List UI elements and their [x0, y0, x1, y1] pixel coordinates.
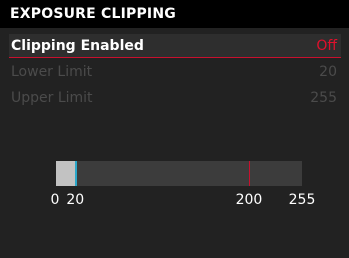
tick-label-lower: 20: [66, 192, 85, 208]
page-title: EXPOSURE CLIPPING: [10, 6, 176, 22]
upper-limit-value: 255: [310, 89, 337, 106]
clipping-enabled-value: Off: [316, 37, 337, 54]
menu-item-lower-limit[interactable]: Lower Limit 20: [9, 60, 341, 83]
lower-limit-value: 20: [319, 63, 337, 80]
menu-item-label: Clipping Enabled: [11, 37, 144, 54]
tick-label-upper: 200: [235, 192, 263, 208]
lower-clip-fill: [56, 161, 76, 186]
title-bar: EXPOSURE CLIPPING: [0, 0, 349, 28]
menu-item-label: Upper Limit: [11, 89, 93, 106]
tick-label-min: 0: [50, 192, 60, 208]
upper-limit-marker[interactable]: [248, 161, 250, 186]
tick-label-max: 255: [288, 192, 316, 208]
menu-item-upper-limit[interactable]: Upper Limit 255: [9, 86, 341, 109]
exposure-clipping-screen: EXPOSURE CLIPPING Clipping Enabled Off L…: [0, 0, 349, 258]
menu-item-clipping-enabled[interactable]: Clipping Enabled Off: [9, 34, 341, 58]
clipping-range-slider[interactable]: [56, 161, 302, 186]
lower-limit-marker[interactable]: [75, 161, 78, 186]
menu-item-label: Lower Limit: [11, 63, 93, 80]
